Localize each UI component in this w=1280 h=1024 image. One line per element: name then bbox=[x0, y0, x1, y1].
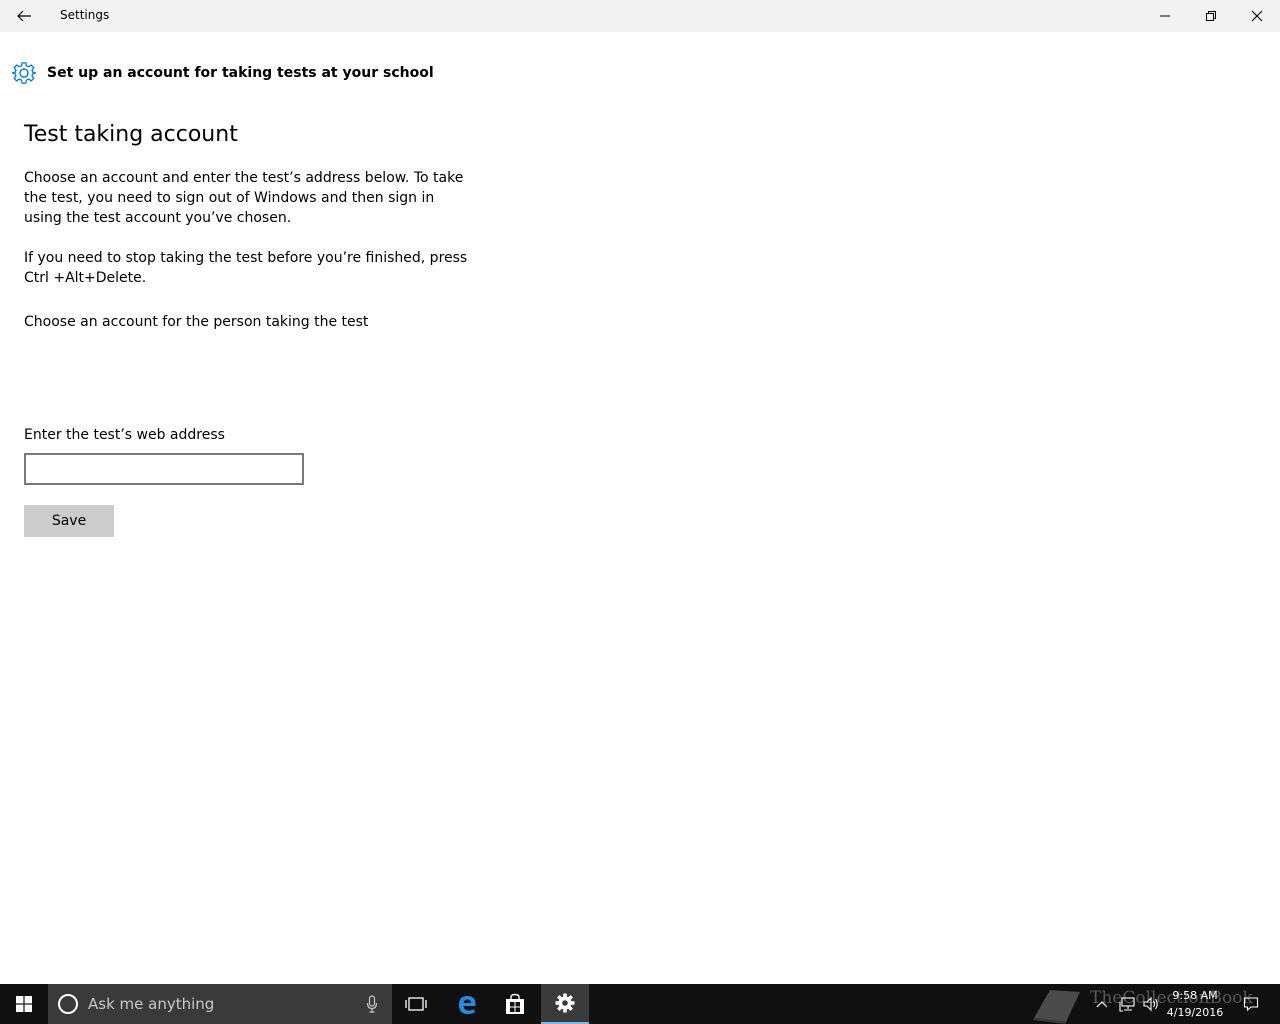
save-button[interactable]: Save bbox=[24, 505, 114, 537]
task-view-icon bbox=[405, 997, 427, 1011]
settings-gear-icon bbox=[11, 62, 37, 84]
back-button[interactable] bbox=[8, 0, 40, 32]
settings-taskbar-button[interactable] bbox=[541, 984, 589, 1024]
settings-icon bbox=[555, 993, 575, 1013]
choose-account-label: Choose an account for the person taking … bbox=[24, 314, 369, 330]
web-address-input[interactable] bbox=[24, 453, 304, 485]
show-hidden-icons-button[interactable] bbox=[1092, 984, 1112, 1024]
edge-button[interactable] bbox=[443, 984, 491, 1024]
volume-icon bbox=[1143, 996, 1158, 1012]
microphone-icon[interactable] bbox=[366, 995, 378, 1013]
network-button[interactable] bbox=[1116, 984, 1138, 1024]
volume-button[interactable] bbox=[1140, 984, 1162, 1024]
chevron-up-icon bbox=[1096, 1001, 1108, 1008]
edge-icon bbox=[459, 996, 476, 1014]
network-icon bbox=[1119, 997, 1135, 1012]
restore-button[interactable] bbox=[1188, 0, 1234, 32]
windows-start-icon bbox=[16, 996, 32, 1012]
page-header-title: Set up an account for taking tests at yo… bbox=[47, 65, 434, 81]
stop-test-paragraph: If you need to stop taking the test befo… bbox=[24, 250, 468, 286]
task-view-button[interactable] bbox=[392, 984, 440, 1024]
taskbar: Ask me anything TheCollectionBook 9:58 A… bbox=[0, 984, 1280, 1024]
clock-date: 4/19/2016 bbox=[1166, 1006, 1224, 1019]
page-header: Set up an account for taking tests at yo… bbox=[11, 59, 434, 87]
search-placeholder: Ask me anything bbox=[88, 995, 215, 1013]
window-title: Settings bbox=[60, 8, 110, 22]
book-watermark-icon bbox=[1033, 990, 1080, 1024]
cortana-icon bbox=[58, 994, 78, 1014]
search-box[interactable]: Ask me anything bbox=[48, 984, 392, 1024]
clock-time: 9:58 AM bbox=[1172, 989, 1218, 1002]
back-arrow-icon bbox=[17, 10, 31, 22]
taskbar-clock[interactable]: 9:58 AM 4/19/2016 bbox=[1160, 987, 1230, 1021]
minimize-icon bbox=[1160, 15, 1170, 17]
close-icon bbox=[1251, 10, 1263, 22]
action-center-button[interactable] bbox=[1238, 984, 1264, 1024]
store-button[interactable] bbox=[491, 984, 539, 1024]
page-title: Test taking account bbox=[24, 122, 238, 147]
instructions-paragraph: Choose an account and enter the test’s a… bbox=[24, 170, 464, 226]
store-icon bbox=[506, 993, 524, 1014]
web-address-label: Enter the test’s web address bbox=[24, 427, 225, 443]
start-button[interactable] bbox=[0, 984, 48, 1024]
title-bar: Settings bbox=[0, 0, 1280, 32]
main-content: Test taking account bbox=[24, 120, 484, 150]
restore-icon bbox=[1206, 11, 1216, 21]
action-center-icon bbox=[1243, 997, 1259, 1012]
minimize-button[interactable] bbox=[1142, 0, 1188, 32]
close-button[interactable] bbox=[1234, 0, 1280, 32]
